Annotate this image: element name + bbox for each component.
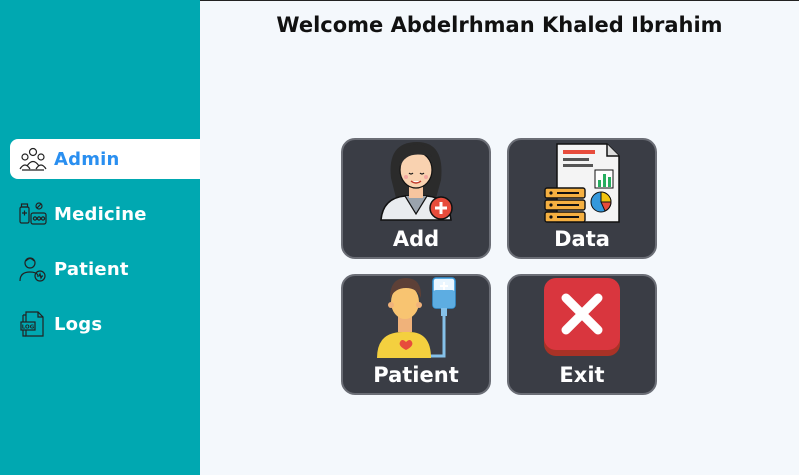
exit-x-icon (544, 278, 620, 356)
admin-group-icon (19, 147, 47, 171)
main-content: Welcome Abdelrhman Khaled Ibrahim Add Da… (200, 0, 799, 475)
sidebar: Admin Medicine Patient LOG Logs (0, 0, 200, 475)
sidebar-item-label: Patient (54, 258, 129, 280)
patient-button-label: Patient (373, 363, 459, 387)
data-button-label: Data (554, 227, 610, 251)
patient-iv-icon (377, 277, 456, 358)
sidebar-item-admin[interactable]: Admin (10, 139, 200, 179)
sidebar-item-medicine[interactable]: Medicine (10, 194, 200, 234)
exit-button[interactable]: Exit (507, 274, 657, 395)
data-button[interactable]: Data (507, 138, 657, 259)
sidebar-item-label: Logs (54, 313, 103, 335)
data-report-icon (544, 143, 620, 223)
logs-icon: LOG (20, 311, 44, 337)
sidebar-item-patient[interactable]: Patient (10, 249, 200, 289)
patient-icon (19, 257, 46, 282)
add-button[interactable]: Add (341, 138, 491, 259)
svg-text:LOG: LOG (22, 325, 35, 331)
welcome-title: Welcome Abdelrhman Khaled Ibrahim (276, 13, 723, 37)
add-button-label: Add (392, 227, 440, 251)
doctor-add-icon (380, 142, 453, 221)
patient-button[interactable]: Patient (341, 274, 491, 395)
sidebar-item-label: Admin (54, 148, 120, 170)
sidebar-item-label: Medicine (54, 203, 147, 225)
medicine-icon (19, 202, 47, 225)
sidebar-item-logs[interactable]: LOG Logs (10, 304, 200, 344)
exit-button-label: Exit (559, 363, 605, 387)
